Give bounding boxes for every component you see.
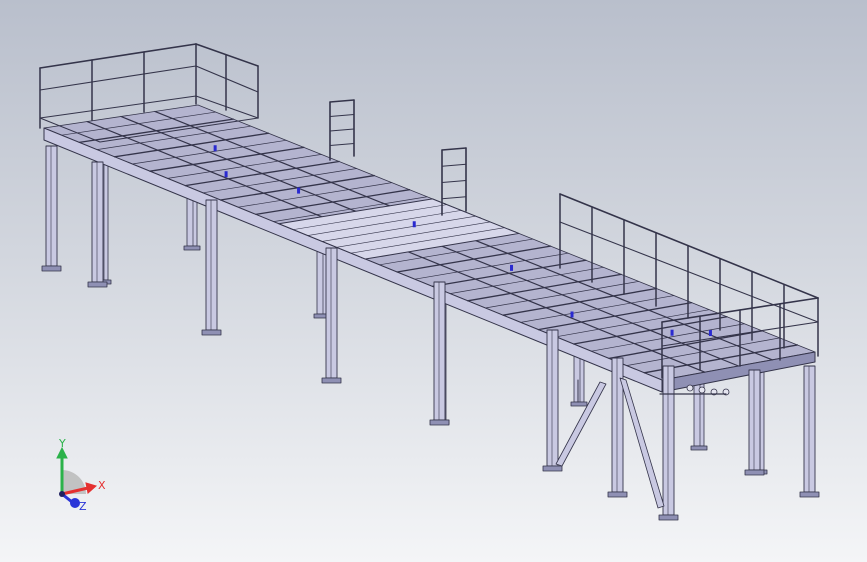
pipe-fitting [686,384,694,392]
support-leg [205,199,218,331]
leg-base-plate [429,419,450,426]
leg-base-plate [321,377,342,384]
ladder-rung [441,147,467,151]
3d-viewport[interactable]: Y X Z [0,0,867,562]
bolt-marker [213,145,217,152]
railing-mid [39,65,197,91]
railing-mid [195,65,259,93]
leg-base-plate [690,445,708,451]
ladder-rung [329,143,355,146]
triad-origin [59,491,65,497]
support-leg [325,247,338,379]
support-leg [748,369,761,471]
leg-base-plate [87,281,108,288]
leg-base-plate [201,329,222,336]
leg-base-plate [658,514,679,521]
ladder-rung [329,128,355,132]
ladder-rung [441,180,467,183]
leg-base-plate [41,265,62,272]
railing-top [195,43,259,67]
x-axis-arrow-icon [85,482,98,494]
bolt-marker [570,311,574,318]
support-leg [433,281,446,421]
bolt-marker [297,187,301,194]
bolt-marker [670,329,674,336]
diagonal-brace [619,377,665,509]
bolt-marker [224,171,228,178]
reference-triad: Y X Z [56,437,106,513]
support-leg [546,329,559,467]
ladder-rung [441,196,467,200]
support-leg [91,161,104,283]
leg-base-plate [570,401,588,407]
y-axis-label: Y [58,437,66,450]
support-leg [662,365,675,516]
leg-base-plate [542,465,563,472]
platform-model[interactable] [0,0,867,562]
leg-base-plate [607,491,628,498]
railing-top [39,43,197,69]
pipe-fitting [698,386,706,394]
bolt-marker [708,330,712,336]
support-leg [803,365,816,493]
ladder-rung [329,114,355,117]
z-axis-label: Z [79,500,87,513]
bolt-marker [412,221,416,228]
leg-base-plate [744,469,765,476]
support-leg [45,145,58,267]
ladder-rung [441,163,467,167]
bolt-marker [510,264,514,271]
ladder-rung [329,99,355,103]
leg-base-plate [799,491,820,498]
leg-base-plate [183,245,201,251]
x-axis-label: X [98,479,106,492]
